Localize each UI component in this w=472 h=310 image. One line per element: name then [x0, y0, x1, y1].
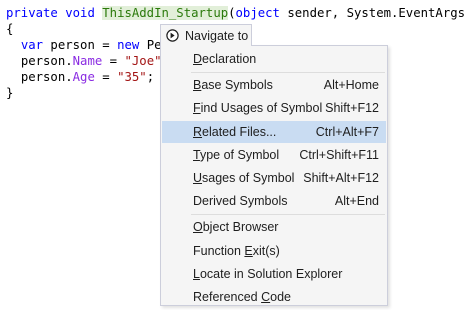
menu-item-base-symbols[interactable]: Base Symbols Alt+Home — [162, 74, 386, 96]
menu-item-find-usages-of-symbol[interactable]: Find Usages of Symbol Shift+F12 — [162, 97, 386, 119]
menu-separator — [191, 72, 385, 74]
code-text: ; — [146, 70, 155, 84]
menu-item-label: Object Browser — [193, 220, 279, 235]
navigate-to-header: Navigate to — [160, 24, 252, 46]
menu-item-label: Usages of Symbol — [193, 171, 295, 185]
keyword: object — [235, 6, 280, 20]
keyword: new — [117, 38, 140, 52]
menu-item-label: Referenced Code — [193, 290, 291, 304]
menu-item-locate-in-solution-explorer[interactable]: Locate in Solution Explorer — [162, 263, 386, 285]
menu-item-label: Derived Symbols — [193, 194, 288, 209]
code-text: = — [94, 70, 118, 84]
menu-separator — [191, 214, 385, 216]
menu-item-derived-symbols[interactable]: Derived Symbols Alt+End — [162, 190, 386, 212]
code-line-5: person.Age = "35"; — [6, 69, 154, 85]
menu-item-declaration[interactable]: Declaration — [162, 48, 386, 70]
string-literal: "Joe" — [124, 54, 162, 68]
code-text: person. — [20, 70, 73, 84]
code-line-1: private void ThisAddIn_Startup(object se… — [6, 5, 472, 21]
keyword: var — [20, 38, 44, 52]
menu-item-shortcut: Ctrl+Alt+F7 — [315, 124, 379, 139]
code-text: person = — [43, 38, 118, 52]
menu-item-shortcut: Ctrl+Shift+F11 — [299, 147, 379, 162]
code-text: person. — [20, 54, 73, 68]
menu-item-label: Declaration — [193, 52, 257, 66]
menu-item-shortcut: Alt+End — [334, 194, 379, 209]
navigate-to-menu: Declaration Base Symbols Alt+Home Find Usag… — [160, 45, 388, 306]
code-text: sender, System.EventArgs e) — [279, 6, 472, 20]
menu-item-related-files[interactable]: Related Files... Ctrl+Alt+F7 — [162, 120, 386, 143]
code-text: ( — [228, 6, 236, 20]
menu-item-object-browser[interactable]: Object Browser — [162, 216, 386, 238]
menu-item-function-exit-s[interactable]: Function Exit(s) — [162, 240, 386, 262]
menu-item-label: Find Usages of Symbol — [193, 101, 323, 116]
code-line-6: } — [6, 86, 14, 100]
navigate-to-title: Navigate to — [185, 28, 249, 43]
menu-item-referenced-code[interactable]: Referenced Code — [162, 286, 386, 308]
code-text: = — [102, 54, 125, 68]
keyword: private — [6, 6, 58, 20]
code-line-3: var person = new Per — [6, 37, 169, 53]
menu-item-label: Locate in Solution Explorer — [193, 266, 343, 281]
menu-item-label: Function Exit(s) — [193, 243, 280, 258]
menu-item-usages-of-symbol[interactable]: Usages of Symbol Shift+Alt+F12 — [162, 167, 386, 189]
menu-item-label: Type of Symbol — [193, 147, 280, 162]
menu-item-label: Related Files... — [193, 124, 277, 139]
method-name-highlighted[interactable]: ThisAddIn_Startup — [102, 6, 229, 20]
menu-item-shortcut: Shift+F12 — [325, 101, 379, 116]
menu-item-shortcut: Alt+Home — [323, 78, 379, 93]
menu-item-label: Base Symbols — [193, 78, 273, 93]
menu-item-shortcut: Shift+Alt+F12 — [303, 171, 379, 185]
property-name: Age — [72, 70, 95, 84]
string-literal: "35" — [117, 70, 147, 84]
code-editor[interactable]: private void ThisAddIn_Startup(object se… — [0, 0, 472, 310]
navigate-icon — [166, 29, 179, 42]
code-line-2: { — [6, 22, 14, 36]
property-name: Name — [72, 54, 103, 68]
code-line-4: person.Name = "Joe"; — [6, 53, 169, 69]
keyword: void — [65, 6, 95, 20]
menu-item-type-of-symbol[interactable]: Type of Symbol Ctrl+Shift+F11 — [162, 144, 386, 166]
